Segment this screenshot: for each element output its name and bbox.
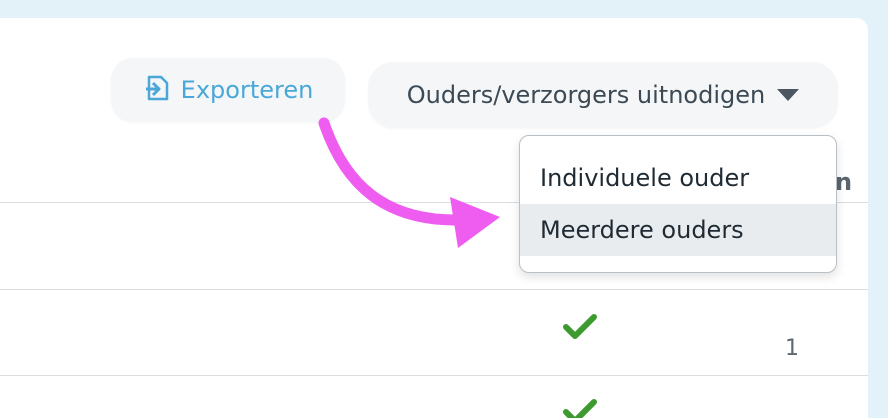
export-label: Exporteren	[180, 76, 314, 104]
check-icon	[563, 398, 597, 418]
caret-down-icon	[777, 89, 800, 101]
invite-dropdown-menu: Individuele ouder Meerdere ouders	[519, 135, 837, 273]
menu-item-individual-parent[interactable]: Individuele ouder	[520, 152, 836, 204]
menu-item-multiple-parents[interactable]: Meerdere ouders	[520, 204, 836, 256]
menu-item-label: Individuele ouder	[540, 164, 750, 192]
row-divider	[0, 289, 868, 290]
check-icon	[563, 313, 597, 345]
row-count: 1	[785, 336, 799, 361]
export-icon	[143, 73, 171, 107]
row-divider	[0, 375, 868, 376]
menu-item-label: Meerdere ouders	[540, 216, 744, 244]
column-header-partial: n	[835, 168, 853, 196]
annotation-arrow-icon	[318, 117, 500, 248]
